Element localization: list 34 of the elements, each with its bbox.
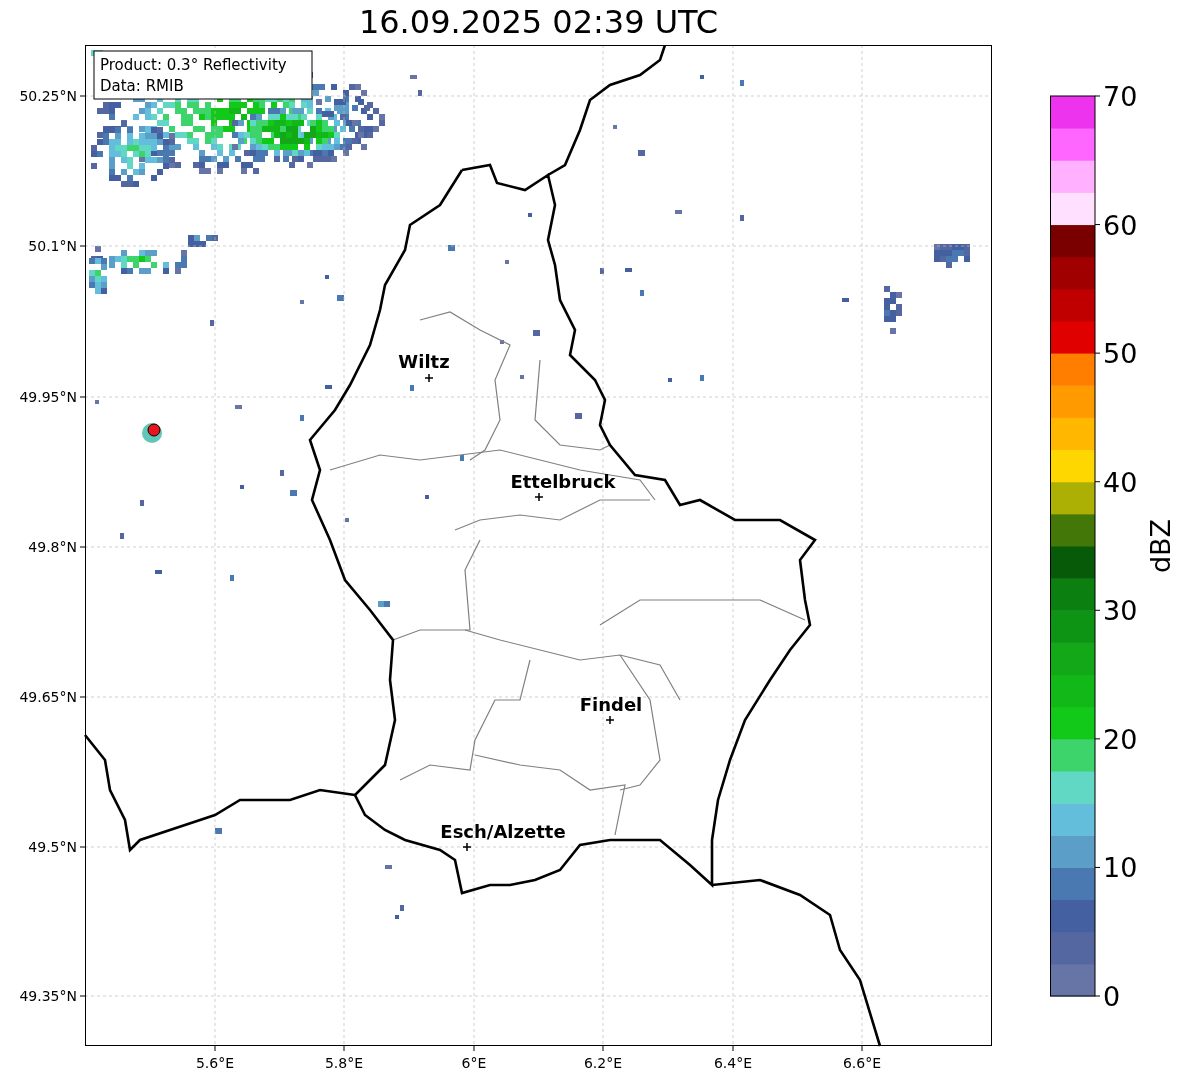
city-label: Findel bbox=[579, 694, 643, 715]
longitude-label: 6.4°E bbox=[713, 1055, 753, 1071]
colorbar-tick-label: 10 bbox=[1103, 852, 1138, 884]
longitude-label: 5.8°E bbox=[324, 1055, 364, 1071]
longitude-label: 5.6°E bbox=[195, 1055, 235, 1071]
colorbar-tick-label: 0 bbox=[1103, 981, 1121, 1012]
latitude-label: 49.95°N bbox=[19, 389, 77, 405]
radar-site-marker bbox=[142, 423, 162, 443]
city-marker-icon bbox=[534, 492, 544, 502]
colorbar-label: dBZ bbox=[1145, 518, 1176, 574]
latitude-label: 49.8°N bbox=[28, 539, 77, 555]
chart-title: 16.09.2025 02:39 UTC bbox=[358, 3, 719, 41]
longitude-label: 6.2°E bbox=[583, 1055, 623, 1071]
colorbar-tick-label: 50 bbox=[1103, 338, 1138, 370]
longitude-label: 6°E bbox=[461, 1055, 487, 1071]
longitude-label: 6.6°E bbox=[842, 1055, 882, 1071]
latitude-label: 49.65°N bbox=[19, 689, 77, 705]
city-label: Wiltz bbox=[398, 351, 450, 372]
latitude-label: 50.25°N bbox=[19, 88, 77, 104]
latitude-label: 49.35°N bbox=[19, 988, 77, 1004]
city-label: Ettelbruck bbox=[510, 471, 616, 492]
city-label: Esch/Alzette bbox=[440, 821, 566, 842]
colorbar-tick-label: 30 bbox=[1103, 595, 1138, 627]
info-text: Data: RMIB bbox=[100, 77, 184, 95]
city-marker-icon bbox=[424, 373, 434, 383]
colorbar-tick-label: 70 bbox=[1103, 81, 1138, 112]
colorbar-tick-label: 60 bbox=[1103, 209, 1138, 241]
colorbar-tick-label: 20 bbox=[1103, 723, 1138, 755]
colorbar-tick-label: 40 bbox=[1103, 466, 1138, 498]
city-marker-icon bbox=[605, 715, 615, 725]
latitude-label: 49.5°N bbox=[28, 839, 77, 855]
city-marker-icon bbox=[462, 842, 472, 852]
info-text: Product: 0.3° Reflectivity bbox=[100, 56, 287, 74]
latitude-label: 50.1°N bbox=[28, 238, 77, 254]
